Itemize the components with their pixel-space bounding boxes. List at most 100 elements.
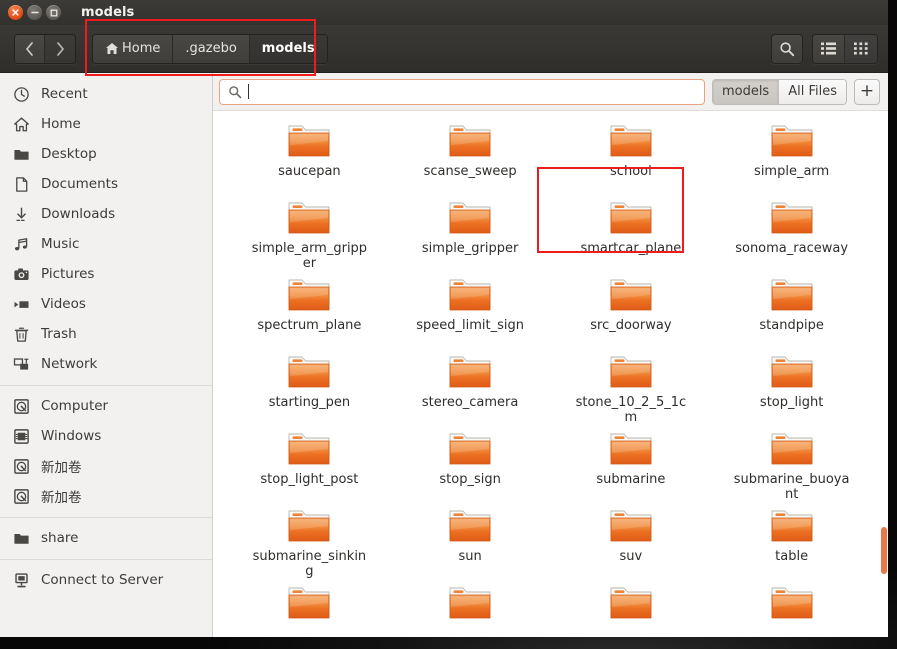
sidebar-item-network[interactable]: Network bbox=[0, 349, 212, 379]
folder-icon bbox=[768, 583, 816, 623]
file-item-submarine-buoyant[interactable]: submarine_buoyant bbox=[711, 425, 872, 502]
folder-icon bbox=[285, 121, 333, 161]
minimize-window-button[interactable] bbox=[27, 5, 42, 20]
file-item-table[interactable]: table bbox=[711, 502, 872, 579]
forward-button[interactable] bbox=[45, 34, 75, 63]
file-item-stop-light-post[interactable]: stop_light_post bbox=[229, 425, 390, 502]
folder-icon bbox=[285, 198, 333, 238]
folder-icon bbox=[768, 121, 816, 161]
file-item-simple-gripper[interactable]: simple_gripper bbox=[390, 194, 551, 271]
sidebar-item-home[interactable]: Home bbox=[0, 109, 212, 139]
file-item-suv[interactable]: suv bbox=[551, 502, 712, 579]
file-item-item-26[interactable] bbox=[551, 579, 712, 637]
camera-icon bbox=[12, 265, 30, 283]
sidebar-item-recent[interactable]: Recent bbox=[0, 79, 212, 109]
file-label: speed_limit_sign bbox=[416, 318, 524, 333]
file-label: simple_arm_gripper bbox=[251, 241, 368, 271]
sidebar-item-music[interactable]: Music bbox=[0, 229, 212, 259]
sidebar-item-share[interactable]: share bbox=[0, 523, 212, 553]
folder-icon bbox=[285, 506, 333, 546]
close-window-button[interactable] bbox=[8, 5, 23, 20]
back-button[interactable] bbox=[15, 34, 45, 63]
filter-models-button[interactable]: models bbox=[712, 79, 780, 104]
breadcrumb-item-gazebo[interactable]: .gazebo bbox=[173, 34, 250, 63]
file-item-standpipe[interactable]: standpipe bbox=[711, 271, 872, 348]
download-icon bbox=[12, 205, 30, 223]
file-label: submarine_buoyant bbox=[733, 472, 850, 502]
file-label: submarine bbox=[596, 472, 666, 487]
file-item-item-24[interactable] bbox=[229, 579, 390, 637]
folder-icon bbox=[446, 583, 494, 623]
file-item-simple-arm[interactable]: simple_arm bbox=[711, 117, 872, 194]
add-filter-button[interactable]: + bbox=[854, 78, 880, 105]
folder-icon bbox=[768, 275, 816, 315]
file-item-sun[interactable]: sun bbox=[390, 502, 551, 579]
folder-icon bbox=[768, 429, 816, 469]
file-label: stone_10_2_5_1cm bbox=[575, 395, 687, 425]
sidebar-item-pictures[interactable]: Pictures bbox=[0, 259, 212, 289]
breadcrumb-item-models[interactable]: models bbox=[249, 34, 327, 63]
sidebar-item-connect-to-server[interactable]: Connect to Server bbox=[0, 565, 212, 595]
breadcrumb-label-gazebo: .gazebo bbox=[185, 41, 237, 56]
file-item-saucepan[interactable]: saucepan bbox=[229, 117, 390, 194]
vertical-scrollbar[interactable] bbox=[878, 111, 888, 637]
file-item-sonoma-raceway[interactable]: sonoma_raceway bbox=[711, 194, 872, 271]
file-item-school[interactable]: school bbox=[551, 117, 712, 194]
folder-icon bbox=[446, 429, 494, 469]
sidebar-item-label: Documents bbox=[41, 176, 118, 192]
file-item-speed-limit-sign[interactable]: speed_limit_sign bbox=[390, 271, 551, 348]
search-input[interactable] bbox=[219, 78, 705, 105]
toolbar: Home .gazebo models bbox=[0, 25, 888, 73]
list-view-button[interactable] bbox=[813, 34, 845, 63]
scope-filter-group: models All Files bbox=[711, 78, 847, 105]
disk-icon bbox=[12, 487, 30, 505]
folder-icon bbox=[446, 275, 494, 315]
file-item-submarine[interactable]: submarine bbox=[551, 425, 712, 502]
sidebar-item-windows[interactable]: Windows bbox=[0, 421, 212, 451]
folder-icon bbox=[607, 275, 655, 315]
breadcrumb-label-home: Home bbox=[122, 41, 161, 56]
file-item-item-25[interactable] bbox=[390, 579, 551, 637]
sidebar-item-label: Downloads bbox=[41, 206, 116, 222]
sidebar-item-documents[interactable]: Documents bbox=[0, 169, 212, 199]
scrollbar-thumb[interactable] bbox=[881, 526, 887, 574]
trash-icon bbox=[12, 325, 30, 343]
file-item-stop-light[interactable]: stop_light bbox=[711, 348, 872, 425]
sidebar-item-label: Videos bbox=[41, 296, 86, 312]
file-item-item-27[interactable] bbox=[711, 579, 872, 637]
file-item-stone-10-2-5-1cm[interactable]: stone_10_2_5_1cm bbox=[551, 348, 712, 425]
filter-all-files-button[interactable]: All Files bbox=[779, 79, 846, 104]
file-pane[interactable]: saucepan scanse_sweep school simple_armsimp… bbox=[213, 111, 888, 637]
sidebar-item-desktop[interactable]: Desktop bbox=[0, 139, 212, 169]
folder-icon bbox=[768, 198, 816, 238]
breadcrumb-item-home[interactable]: Home bbox=[93, 34, 174, 63]
sidebar-item-label: Trash bbox=[41, 326, 77, 342]
scrollbar-track[interactable] bbox=[878, 111, 888, 637]
folder-icon bbox=[607, 506, 655, 546]
file-item-stop-sign[interactable]: stop_sign bbox=[390, 425, 551, 502]
sidebar-item-trash[interactable]: Trash bbox=[0, 319, 212, 349]
list-view-icon bbox=[820, 42, 837, 55]
file-item-scanse-sweep[interactable]: scanse_sweep bbox=[390, 117, 551, 194]
file-item-src-doorway[interactable]: src_doorway bbox=[551, 271, 712, 348]
sidebar-item-label: Desktop bbox=[41, 146, 97, 162]
maximize-window-button[interactable] bbox=[46, 5, 61, 20]
sidebar-item-item-14[interactable]: 新加卷 bbox=[0, 481, 212, 511]
folder-icon bbox=[285, 275, 333, 315]
folder-icon bbox=[446, 198, 494, 238]
file-item-smartcar-plane[interactable]: smartcar_plane bbox=[551, 194, 712, 271]
file-item-stereo-camera[interactable]: stereo_camera bbox=[390, 348, 551, 425]
folder-icon bbox=[607, 352, 655, 392]
sidebar-item-videos[interactable]: Videos bbox=[0, 289, 212, 319]
sidebar-item-computer[interactable]: Computer bbox=[0, 391, 212, 421]
sidebar-item-item-13[interactable]: 新加卷 bbox=[0, 451, 212, 481]
sidebar-item-downloads[interactable]: Downloads bbox=[0, 199, 212, 229]
file-item-starting-pen[interactable]: starting_pen bbox=[229, 348, 390, 425]
sidebar-item-label: Windows bbox=[41, 428, 102, 444]
file-item-simple-arm-gripper[interactable]: simple_arm_gripper bbox=[229, 194, 390, 271]
search-button[interactable] bbox=[771, 33, 803, 64]
file-item-submarine-sinking[interactable]: submarine_sinking bbox=[229, 502, 390, 579]
grid-view-button[interactable] bbox=[845, 34, 877, 63]
file-item-spectrum-plane[interactable]: spectrum_plane bbox=[229, 271, 390, 348]
main-pane: models All Files + saucepan scanse_sweep s… bbox=[213, 73, 888, 637]
